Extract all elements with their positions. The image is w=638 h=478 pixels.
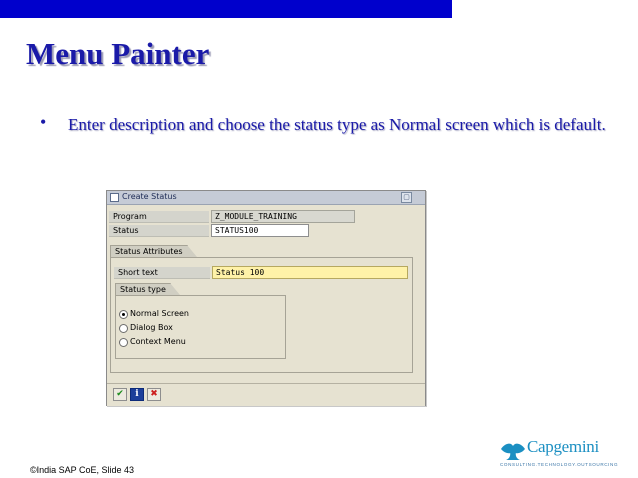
logo-wordmark: Capgemini xyxy=(527,437,599,456)
slide-footer: ©India SAP CoE, Slide 43 xyxy=(30,465,135,475)
program-field: Z_MODULE_TRAINING xyxy=(211,210,355,223)
checkmark-icon: ✔ xyxy=(116,389,124,399)
status-label: Status xyxy=(109,225,209,237)
short-text-field[interactable]: Status 100 xyxy=(212,266,408,279)
capgemini-logo: Capgemini CONSULTING.TECHNOLOGY.OUTSOURC… xyxy=(499,437,627,470)
window-menu-icon[interactable] xyxy=(110,193,119,202)
close-icon[interactable]: ▢ xyxy=(401,192,412,203)
dialog-title: Create Status xyxy=(122,192,177,201)
dialog-button-bar: ✔ i ✖ xyxy=(107,383,425,406)
radio-selected-icon[interactable] xyxy=(119,310,128,319)
program-label: Program xyxy=(109,211,209,223)
status-type-group-title: Status type xyxy=(115,283,180,295)
status-attributes-group-title: Status Attributes xyxy=(110,245,197,257)
dialog-titlebar: Create Status ▢ xyxy=(107,191,425,205)
top-accent-bar xyxy=(0,0,452,18)
radio-unselected-icon[interactable] xyxy=(119,338,128,347)
radio-normal-screen-label: Normal Screen xyxy=(130,309,189,318)
bullet-marker: • xyxy=(40,112,47,132)
confirm-button[interactable]: ✔ xyxy=(113,388,127,401)
slide-title: Menu Painter xyxy=(26,36,210,71)
bullet-text: Enter description and choose the status … xyxy=(68,115,606,134)
short-text-label: Short text xyxy=(114,267,210,279)
radio-unselected-icon[interactable] xyxy=(119,324,128,333)
logo-tagline: CONSULTING.TECHNOLOGY.OUTSOURCING xyxy=(500,462,619,467)
info-button[interactable]: i xyxy=(130,388,144,401)
radio-context-menu-label: Context Menu xyxy=(130,337,186,346)
short-text-value: Status 100 xyxy=(216,268,265,277)
status-field[interactable]: STATUS100 xyxy=(211,224,309,237)
cancel-button[interactable]: ✖ xyxy=(147,388,161,401)
radio-dialog-box-label: Dialog Box xyxy=(130,323,173,332)
create-status-dialog: Create Status ▢ Program Z_MODULE_TRAININ… xyxy=(106,190,426,406)
cancel-icon: ✖ xyxy=(150,389,158,399)
spade-logo-icon xyxy=(501,443,525,460)
info-icon: i xyxy=(135,389,139,399)
